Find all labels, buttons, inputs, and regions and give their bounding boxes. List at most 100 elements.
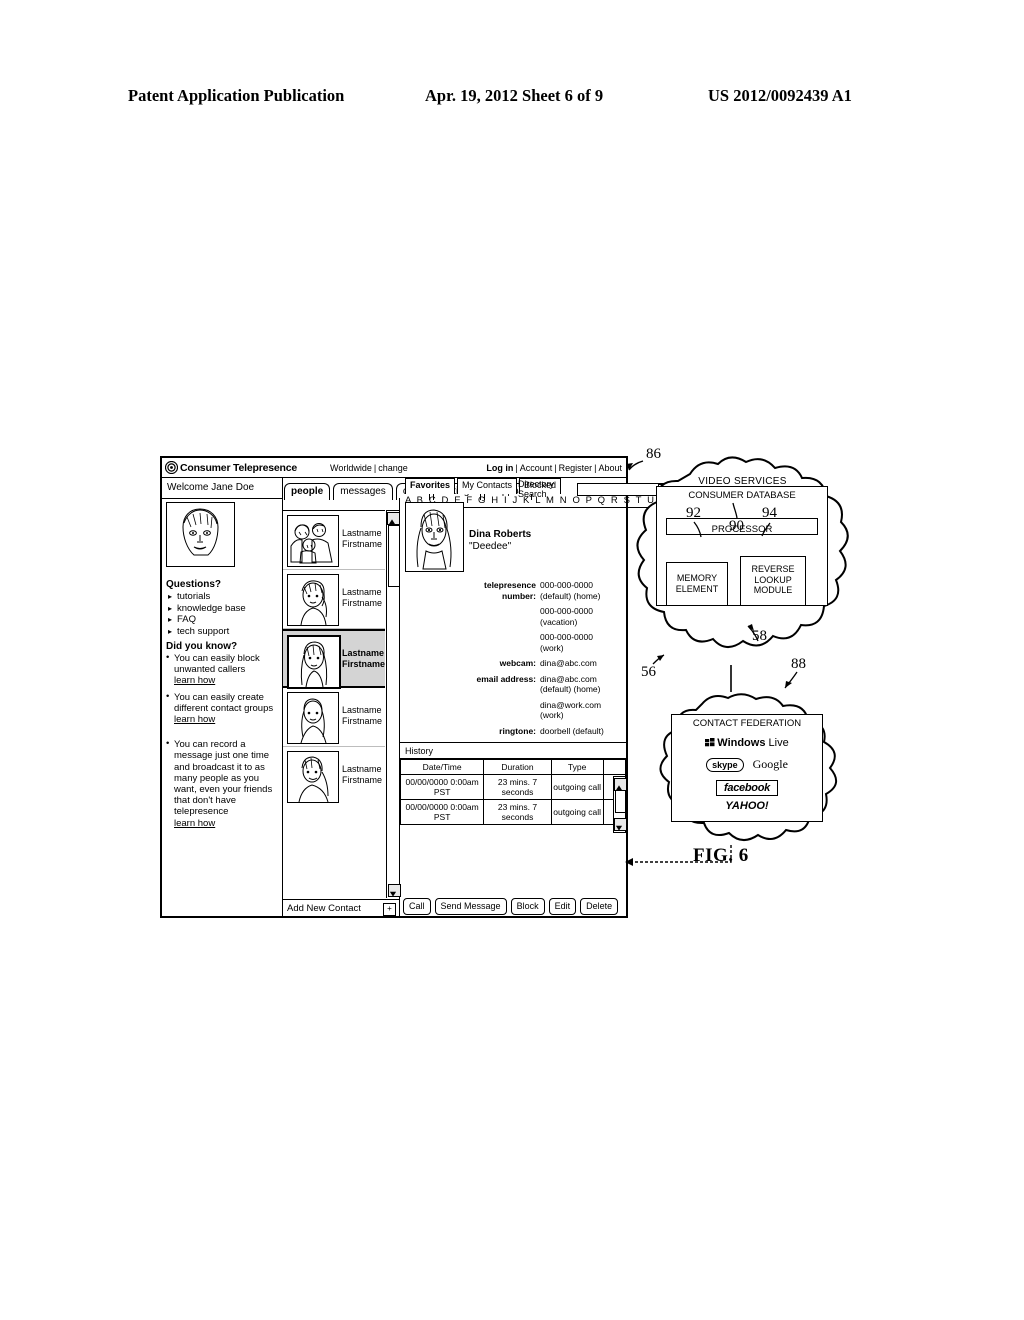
add-new-contact-button[interactable]: Add New Contact + <box>283 899 399 916</box>
group-photo-thumb <box>287 515 339 567</box>
list-item-name: Lastname Firstname <box>342 587 383 608</box>
field-email-address: email address: dina@abc.com (default) (h… <box>400 674 622 695</box>
field-telepresence-work: 000-000-0000 (work) <box>400 632 622 653</box>
contact-nickname: "Deedee" <box>469 541 512 552</box>
list-item[interactable]: Lastname Firstname <box>283 629 385 689</box>
contact-list-panel: Favorites My Contacts Blocked Directory … <box>283 478 749 916</box>
tips-list: You can easily block unwanted callers le… <box>166 652 279 829</box>
column-header-type[interactable]: Type <box>550 759 604 775</box>
list-item-name: Lastname Firstname <box>342 648 385 669</box>
reference-numeral-92: 92 <box>686 505 701 521</box>
contact-name: Dina Roberts <box>469 529 532 540</box>
field-value: doorbell (default) <box>540 725 604 736</box>
call-button[interactable]: Call <box>403 897 431 915</box>
windows-flag-icon <box>705 738 715 747</box>
contact-list[interactable]: Lastname Firstname Lastname Firstname La… <box>283 510 385 898</box>
field-value: dina@abc.com <box>540 658 597 668</box>
field-value: dina@abc.com <box>540 673 597 684</box>
tip-learn-how-link[interactable]: learn how <box>174 818 279 829</box>
consumer-database-label: CONSUMER DATABASE <box>688 490 796 501</box>
triangle-up-icon[interactable] <box>387 512 400 525</box>
brand-yahoo: YAHOO! <box>725 800 769 812</box>
auth-link-login[interactable]: Log in <box>486 463 513 473</box>
questions-links: tutorials knowledge base FAQ tech suppor… <box>166 591 279 637</box>
brand-row-skype-google: skype Google <box>672 757 822 772</box>
cell-datetime: 00/00/0000 0:00am PST <box>399 774 485 800</box>
sidebar-link-tutorials[interactable]: tutorials <box>166 591 279 603</box>
history-scrollbar[interactable] <box>613 776 627 833</box>
tip-learn-how-link[interactable]: learn how <box>174 675 279 686</box>
person-photo-thumb <box>287 751 339 803</box>
contact-federation-label: CONTACT FEDERATION <box>692 718 802 729</box>
list-item: You can easily block unwanted callers le… <box>166 652 279 687</box>
reference-numeral-58: 58 <box>752 628 767 644</box>
field-value-note: (vacation) <box>540 616 578 627</box>
field-ringtone: ringtone: doorbell (default) <box>400 726 622 737</box>
tip-learn-how-link[interactable]: learn how <box>174 714 279 725</box>
delete-button[interactable]: Delete <box>580 897 619 915</box>
field-label: telepresence <box>484 580 536 590</box>
field-value-note: (work) <box>540 710 564 720</box>
memory-element-label: MEMORY ELEMENT <box>675 573 719 594</box>
scrollbar-thumb[interactable] <box>388 525 400 587</box>
region-change-link[interactable]: change <box>378 463 408 473</box>
list-item-name: Lastname Firstname <box>342 764 383 785</box>
figure-label: FIG. 6 <box>693 845 749 866</box>
edit-button[interactable]: Edit <box>548 897 577 915</box>
list-item: You can easily create different contact … <box>166 691 279 726</box>
history-label: History <box>400 744 626 759</box>
auth-link-register[interactable]: Register <box>559 463 593 473</box>
person-photo-thumb <box>287 635 341 689</box>
sidebar-link-faq[interactable]: FAQ <box>166 614 279 626</box>
contact-list-scrollbar[interactable] <box>386 510 401 898</box>
brand-windows-live: Windows Live <box>672 737 822 749</box>
scrollbar-thumb[interactable] <box>615 790 626 813</box>
field-value: 000-000-0000 <box>540 606 593 616</box>
person-photo-thumb <box>287 692 339 744</box>
column-header-duration[interactable]: Duration <box>483 759 552 775</box>
column-header-datetime[interactable]: Date/Time <box>399 759 485 775</box>
list-item[interactable]: Lastname Firstname <box>283 688 385 747</box>
column-header-spacer <box>602 759 626 775</box>
list-item-name: Lastname Firstname <box>342 705 383 726</box>
region-selector: Worldwide | change <box>330 463 408 473</box>
field-value: 000-000-0000 <box>540 580 593 590</box>
auth-link-about[interactable]: About <box>598 463 622 473</box>
reference-numeral-86: 86 <box>646 446 661 462</box>
block-button[interactable]: Block <box>510 897 545 915</box>
triangle-down-icon[interactable] <box>614 818 627 831</box>
subtab-my-contacts[interactable]: My Contacts <box>457 478 518 494</box>
field-email-work: dina@work.com (work) <box>400 700 622 721</box>
reference-numeral-56: 56 <box>641 664 656 680</box>
list-item[interactable]: Lastname Firstname <box>283 570 385 629</box>
contact-detail: Dina Roberts "Deedee" telepresence numbe… <box>400 498 626 743</box>
consumer-telepresence-window: Consumer Telepresence Worldwide | change L… <box>160 456 749 918</box>
table-row[interactable]: 00/00/0000 0:00am PST 23 mins. 7 seconds… <box>399 799 626 825</box>
brand-windows-bold: Windows <box>717 737 766 749</box>
list-item[interactable]: Lastname Firstname <box>283 511 385 570</box>
field-label: webcam: <box>499 658 536 668</box>
subtab-favorites[interactable]: Favorites <box>405 478 456 494</box>
field-label: ringtone: <box>499 725 536 736</box>
add-new-contact-label: Add New Contact <box>287 903 361 914</box>
list-item[interactable]: Lastname Firstname <box>283 747 385 806</box>
patent-header-left: Patent Application Publication <box>128 86 345 105</box>
cell-type: outgoing call <box>550 774 604 800</box>
video-services-cloud: VIDEO SERVICES CONSUMER DATABASE PROCESS… <box>630 452 855 667</box>
plus-box-icon[interactable]: + <box>383 903 396 916</box>
send-message-button[interactable]: Send Message <box>434 897 507 915</box>
brand-google: Google <box>752 757 788 771</box>
action-buttons: Call Send Message Block Edit Delete <box>400 896 626 916</box>
questions-heading: Questions? <box>166 579 222 590</box>
sidebar-link-tech-support[interactable]: tech support <box>166 626 279 638</box>
contact-fields: telepresence number: 000-000-0000 (defau… <box>400 580 622 737</box>
table-row[interactable]: 00/00/0000 0:00am PST 23 mins. 7 seconds… <box>399 774 626 800</box>
auth-link-account[interactable]: Account <box>520 463 553 473</box>
bullseye-icon <box>165 461 178 474</box>
field-telepresence-number: telepresence number: 000-000-0000 (defau… <box>400 580 622 601</box>
history-section: History Date/Time Duration Type 00/00/00… <box>399 744 627 894</box>
field-value-note: (default) (home) <box>540 684 601 694</box>
brand-live-light: Live <box>768 737 789 749</box>
sidebar-link-knowledge-base[interactable]: knowledge base <box>166 603 279 615</box>
field-webcam: webcam: dina@abc.com <box>400 658 622 669</box>
